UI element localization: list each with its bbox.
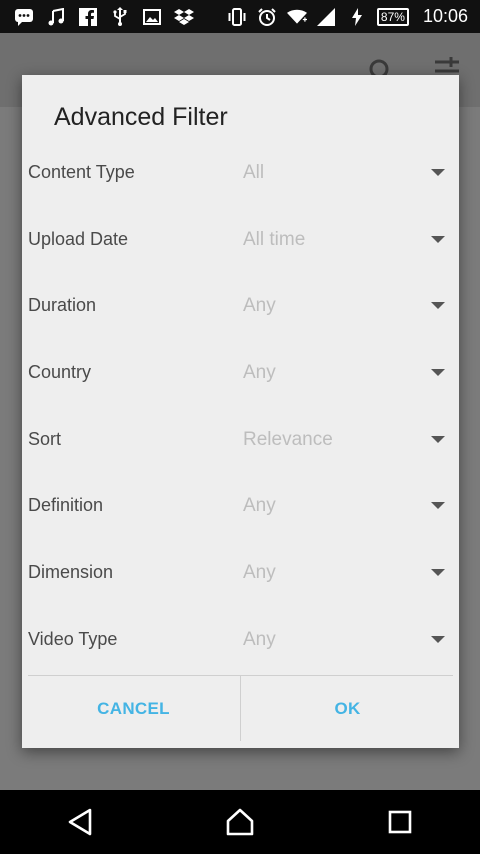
filter-row-sort[interactable]: Sort Relevance bbox=[22, 409, 459, 475]
dropbox-icon bbox=[174, 7, 194, 27]
upload-date-select[interactable]: All time bbox=[243, 229, 305, 251]
row-label: Video Type bbox=[28, 629, 118, 649]
definition-select[interactable]: Any bbox=[243, 495, 276, 517]
filter-row-dimension[interactable]: Dimension Any bbox=[22, 542, 459, 608]
status-bar: 87% 10:06 bbox=[0, 0, 480, 33]
filter-row-definition[interactable]: Definition Any bbox=[22, 475, 459, 541]
signal-icon bbox=[316, 7, 337, 27]
battery-indicator: 87% bbox=[376, 7, 409, 26]
row-label: Content Type bbox=[28, 162, 135, 182]
dropdown-arrow-icon[interactable] bbox=[431, 236, 445, 243]
music-icon bbox=[46, 7, 66, 27]
dropdown-arrow-icon[interactable] bbox=[431, 436, 445, 443]
row-label: Sort bbox=[28, 429, 62, 449]
ok-button[interactable]: OK bbox=[241, 676, 454, 742]
usb-icon bbox=[110, 6, 130, 27]
dropdown-arrow-icon[interactable] bbox=[431, 569, 445, 576]
sort-select[interactable]: Relevance bbox=[243, 429, 333, 451]
back-icon[interactable] bbox=[60, 802, 100, 842]
row-label: Duration bbox=[28, 295, 97, 315]
dropdown-arrow-icon[interactable] bbox=[431, 169, 445, 176]
row-label: Country bbox=[28, 362, 92, 382]
message-icon bbox=[14, 7, 34, 27]
advanced-filter-dialog: Advanced Filter Content Type All Upload … bbox=[22, 75, 459, 748]
facebook-icon bbox=[78, 7, 98, 27]
content-type-select[interactable]: All bbox=[243, 162, 264, 184]
vibrate-icon bbox=[227, 7, 247, 27]
video-type-select[interactable]: Any bbox=[243, 629, 276, 651]
row-label: Dimension bbox=[28, 562, 114, 582]
filter-row-video-type[interactable]: Video Type Any bbox=[22, 609, 459, 675]
filter-row-country[interactable]: Country Any bbox=[22, 342, 459, 408]
clock: 10:06 bbox=[422, 6, 468, 26]
charging-icon bbox=[347, 7, 367, 27]
dropdown-arrow-icon[interactable] bbox=[431, 369, 445, 376]
row-label: Definition bbox=[28, 495, 104, 515]
filter-row-duration[interactable]: Duration Any bbox=[22, 275, 459, 341]
wifi-icon bbox=[286, 7, 307, 27]
row-label: Upload Date bbox=[28, 229, 129, 249]
navigation-bar bbox=[0, 790, 480, 854]
filter-row-content-type[interactable]: Content Type All bbox=[22, 142, 459, 208]
dialog-title: Advanced Filter bbox=[54, 103, 228, 131]
dropdown-arrow-icon[interactable] bbox=[431, 302, 445, 309]
dropdown-arrow-icon[interactable] bbox=[431, 502, 445, 509]
alarm-icon bbox=[257, 7, 277, 27]
dimension-select[interactable]: Any bbox=[243, 562, 276, 584]
recents-icon[interactable] bbox=[380, 802, 420, 842]
duration-select[interactable]: Any bbox=[243, 295, 276, 317]
home-icon[interactable] bbox=[220, 802, 260, 842]
dropdown-arrow-icon[interactable] bbox=[431, 636, 445, 643]
cancel-button[interactable]: CANCEL bbox=[27, 676, 240, 742]
country-select[interactable]: Any bbox=[243, 362, 276, 384]
image-icon bbox=[142, 7, 162, 27]
filter-row-upload-date[interactable]: Upload Date All time bbox=[22, 209, 459, 275]
